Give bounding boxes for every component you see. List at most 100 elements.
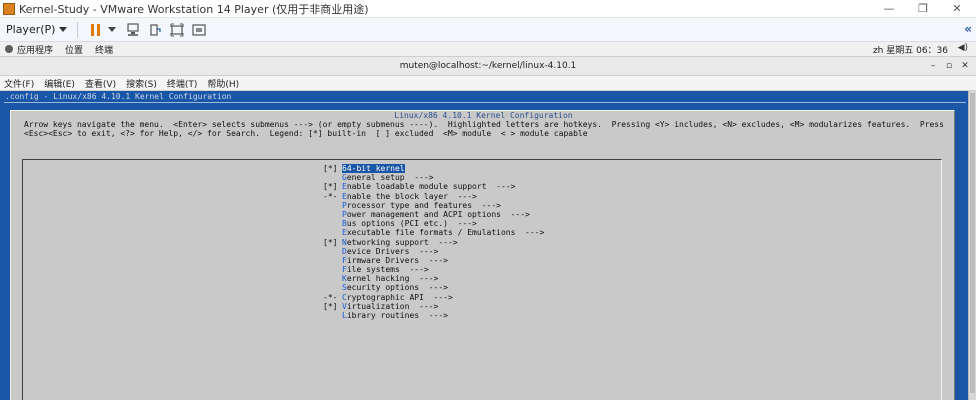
menu-item[interactable]: Power management and ACPI options ---> xyxy=(323,210,544,219)
menu-item-mark: -*- xyxy=(323,191,338,201)
double-chevron-left-icon[interactable]: « xyxy=(964,22,972,36)
config-path-line: .config - Linux/x86 4.10.1 Kernel Config… xyxy=(5,92,232,101)
menu-item-label: Power management and ACPI options ---> xyxy=(342,210,530,219)
menu-item[interactable]: -*- Cryptographic API ---> xyxy=(323,293,544,302)
menu-item-text: us options (PCI etc.) ---> xyxy=(346,219,477,229)
menu-item-mark: [*] xyxy=(323,237,338,247)
menu-edit[interactable]: 编辑(E) xyxy=(44,77,75,90)
close-icon[interactable]: ✕ xyxy=(942,1,972,17)
menu-item-mark xyxy=(323,219,342,228)
menu-item-mark: [*] xyxy=(323,164,338,173)
network-computer-icon xyxy=(127,22,140,36)
fullscreen-button[interactable] xyxy=(168,21,186,39)
help-line-2: <Esc><Esc> to exit, <?> for Help, </> fo… xyxy=(24,129,588,138)
device-icon xyxy=(150,23,162,36)
menu-item-label: Virtualization ---> xyxy=(342,302,438,311)
menu-item[interactable]: Library routines ---> xyxy=(323,311,544,320)
menu-item-mark xyxy=(323,173,342,182)
menu-file[interactable]: 文件(F) xyxy=(4,77,34,90)
terminal-minimize-icon[interactable]: – xyxy=(926,57,940,76)
menu-item-text: rocessor type and features ---> xyxy=(346,200,501,210)
menu-item-mark xyxy=(323,265,342,274)
panel-item-places[interactable]: 位置 xyxy=(65,43,83,56)
menu-item-label: Enable the block layer ---> xyxy=(342,192,477,201)
menu-item[interactable]: General setup ---> xyxy=(323,173,544,182)
pause-button[interactable] xyxy=(86,21,104,39)
player-menu-button[interactable]: Player(P) xyxy=(6,23,68,36)
menu-item-mark: [*] xyxy=(323,301,338,311)
menu-item[interactable]: Firmware Drivers ---> xyxy=(323,256,544,265)
speaker-icon[interactable]: ◀) xyxy=(958,43,968,53)
pause-icon xyxy=(90,23,100,36)
menu-item-text: 4-bit kernel xyxy=(346,164,405,173)
menu-item-label: Networking support ---> xyxy=(342,238,458,247)
window-title: Kernel-Study - VMware Workstation 14 Pla… xyxy=(19,2,369,16)
terminal-screen[interactable]: .config - Linux/x86 4.10.1 Kernel Config… xyxy=(0,91,976,400)
panel-item-applications[interactable]: 应用程序 xyxy=(17,43,53,56)
menu-item-label: File systems ---> xyxy=(342,265,429,274)
menu-item[interactable]: Device Drivers ---> xyxy=(323,247,544,256)
menu-item-mark xyxy=(323,210,342,219)
menu-item-mark xyxy=(323,311,342,320)
menu-item-label: 64-bit kernel xyxy=(342,164,405,174)
vmware-app-icon xyxy=(3,2,15,15)
menu-item[interactable]: Kernel hacking ---> xyxy=(323,274,544,283)
help-line-1: Arrow keys navigate the menu. <Enter> se… xyxy=(24,120,944,129)
menu-item[interactable]: Processor type and features ---> xyxy=(323,201,544,210)
restore-icon[interactable]: ❐ xyxy=(908,1,938,17)
menu-help[interactable]: 帮助(H) xyxy=(207,77,239,90)
send-ctrl-alt-del-button[interactable] xyxy=(124,21,142,39)
menu-item-mark xyxy=(323,283,342,292)
menu-item-label: Bus options (PCI etc.) ---> xyxy=(342,219,477,228)
config-path-rule xyxy=(4,102,966,103)
menu-item-text: evice Drivers ---> xyxy=(346,246,439,256)
menuconfig-dialog: Linux/x86 4.10.1 Kernel Configuration Ar… xyxy=(10,110,955,400)
menu-item-text: xecutable file formats / Emulations ---> xyxy=(346,228,545,238)
menu-item-text: ecurity options ---> xyxy=(346,283,448,293)
menu-item-label: Security options ---> xyxy=(342,283,448,292)
menu-item-label: Cryptographic API ---> xyxy=(342,293,453,302)
removable-devices-button[interactable] xyxy=(146,21,164,39)
menu-item[interactable]: [*] Enable loadable module support ---> xyxy=(323,182,544,191)
menu-item-label: Library routines ---> xyxy=(342,311,448,320)
menu-item-text: irmware Drivers ---> xyxy=(346,255,448,265)
minimize-icon[interactable]: — xyxy=(874,1,904,17)
terminal-scrollbar[interactable] xyxy=(968,91,976,400)
menu-item[interactable]: [*] 64-bit kernel xyxy=(323,164,544,174)
menu-item[interactable]: Executable file formats / Emulations ---… xyxy=(323,228,544,237)
menu-search[interactable]: 搜索(S) xyxy=(126,77,157,90)
toolbar-divider xyxy=(77,21,79,38)
scrollbar-thumb[interactable] xyxy=(970,93,975,393)
menu-item-text: nable loadable module support ---> xyxy=(346,182,516,192)
menu-item-label: Executable file formats / Emulations ---… xyxy=(342,228,544,237)
pause-dropdown-icon[interactable] xyxy=(108,27,117,32)
menu-item-text: ibrary routines ---> xyxy=(346,311,448,320)
menu-item-mark xyxy=(323,228,342,237)
menu-item-label: Kernel hacking ---> xyxy=(342,274,438,283)
player-menu-label: Player(P) xyxy=(6,23,56,36)
menu-terminal[interactable]: 终端(T) xyxy=(167,77,198,90)
menu-item[interactable]: File systems ---> xyxy=(323,265,544,274)
menu-item-label: Device Drivers ---> xyxy=(342,247,438,256)
applications-icon xyxy=(5,45,13,53)
panel-clock[interactable]: zh 星期五 06：36 xyxy=(873,43,948,56)
menu-item-text: ower management and ACPI options ---> xyxy=(346,209,530,219)
menu-item-label: Processor type and features ---> xyxy=(342,201,501,210)
menu-item[interactable]: [*] Virtualization ---> xyxy=(323,302,544,311)
menu-view[interactable]: 查看(V) xyxy=(85,77,116,90)
menu-items: [*] 64-bit kernel General setup ---> [*] Ena… xyxy=(323,164,544,320)
menu-item-text: ile systems ---> xyxy=(346,265,429,275)
menu-item-label: Firmware Drivers ---> xyxy=(342,256,448,265)
terminal-close-icon[interactable]: ✕ xyxy=(958,57,972,76)
unity-button[interactable] xyxy=(190,21,208,39)
menu-item-text: eneral setup ---> xyxy=(346,173,434,183)
fullscreen-icon xyxy=(170,23,184,36)
menu-item-text: etworking support ---> xyxy=(346,237,458,247)
menu-item[interactable]: -*- Enable the block layer ---> xyxy=(323,192,544,201)
menu-item-text: ryptographic API ---> xyxy=(346,292,453,302)
terminal-maximize-icon[interactable]: ▫ xyxy=(942,57,956,76)
panel-item-terminal[interactable]: 终端 xyxy=(95,43,113,56)
menu-item[interactable]: [*] Networking support ---> xyxy=(323,238,544,247)
menu-item[interactable]: Security options ---> xyxy=(323,283,544,292)
menu-item[interactable]: Bus options (PCI etc.) ---> xyxy=(323,219,544,228)
